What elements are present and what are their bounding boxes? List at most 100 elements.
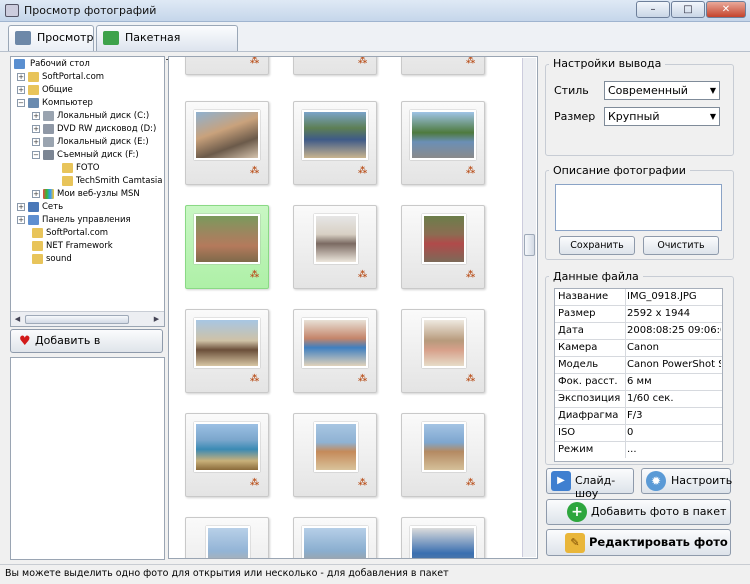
table-row: Экспозиция 1/60 сек. [555,391,722,408]
scroll-thumb[interactable] [524,234,535,256]
tab-batch[interactable]: Пакетная обработка [96,25,238,68]
tree-horizontal-scrollbar[interactable]: ◀ ▶ [11,311,164,326]
folder-tree[interactable]: Рабочий стол + SoftPortal.com + Общие − Ком… [10,56,165,327]
expand-icon[interactable]: + [17,203,25,211]
pin-icon[interactable]: ⁂ [250,270,259,280]
style-select[interactable]: Современный ▼ [604,81,720,100]
pin-icon[interactable]: ⁂ [250,374,259,384]
configure-label: Настроить [671,474,733,487]
folder-icon [62,176,73,186]
thumbnail-vertical-scrollbar[interactable] [522,58,536,557]
photo-thumbnail[interactable]: ⁂ [401,309,485,393]
thumbnail-grid[interactable]: ⁂ ⁂ ⁂ ⁂ ⁂ ⁂ ⁂ ⁂ ⁂ ⁂ ⁂ ⁂ ⁂ ⁂ ⁂ [168,56,538,559]
plus-icon: + [567,502,587,522]
table-row: Размер 2592 x 1944 [555,306,722,323]
dvd-icon [43,124,54,134]
photo-thumbnail-selected[interactable]: ⁂ [185,205,269,289]
pin-icon[interactable]: ⁂ [466,478,475,488]
expand-icon[interactable]: + [32,138,40,146]
drive-icon [43,137,54,147]
app-icon [5,4,19,17]
tab-bar: Просмотр Пакетная обработка [0,22,750,68]
clear-button[interactable]: Очистить [643,236,719,255]
pin-icon[interactable]: ⁂ [358,166,367,176]
slideshow-label: Слайд-шоу [575,474,616,500]
photo-thumbnail[interactable]: ⁂ [401,413,485,497]
photo-thumbnail[interactable]: ⁂ [185,57,269,75]
add-to-batch-button[interactable]: + Добавить фото в пакет [546,499,731,525]
minimize-button[interactable]: – [636,1,670,18]
expand-icon[interactable]: + [17,86,25,94]
photo-thumbnail[interactable]: ⁂ [293,413,377,497]
edit-photo-button[interactable]: ✎ Редактировать фото [546,529,731,556]
photo-image [206,526,250,558]
collapse-icon[interactable]: − [32,151,40,159]
style-value: Современный [608,84,688,97]
photo-thumbnail[interactable]: ⁂ [185,309,269,393]
expand-icon[interactable]: + [17,216,25,224]
expand-icon[interactable]: + [32,112,40,120]
pin-icon[interactable]: ⁂ [466,270,475,280]
save-button[interactable]: Сохранить [559,236,635,255]
photo-thumbnail[interactable] [401,517,485,558]
favorites-list[interactable] [10,357,165,560]
folder-icon [32,228,43,238]
file-data-title: Данные файла [549,270,643,283]
scroll-thumb[interactable] [25,315,129,324]
pin-icon[interactable]: ⁂ [250,166,259,176]
photo-thumbnail[interactable]: ⁂ [401,101,485,185]
pin-icon[interactable]: ⁂ [358,478,367,488]
description-textarea[interactable] [555,184,722,231]
pin-icon[interactable]: ⁂ [466,57,475,66]
photo-thumbnail[interactable]: ⁂ [293,57,377,75]
photo-thumbnail[interactable]: ⁂ [401,205,485,289]
configure-button[interactable]: ✹ Настроить [641,468,733,494]
status-bar: Вы можете выделить одно фото для открыти… [0,564,750,584]
scroll-right-icon[interactable]: ▶ [151,314,162,325]
expand-icon[interactable]: + [32,125,40,133]
pin-icon[interactable]: ⁂ [466,374,475,384]
photo-image [194,110,260,160]
pin-icon[interactable]: ⁂ [358,270,367,280]
photo-thumbnail[interactable]: ⁂ [401,57,485,75]
table-row: Фок. расст. 6 мм [555,374,722,391]
folder-icon [32,254,43,264]
pin-icon[interactable]: ⁂ [250,478,259,488]
desktop-icon [14,59,25,69]
computer-icon [28,98,39,108]
scroll-left-icon[interactable]: ◀ [12,314,23,325]
expand-icon[interactable]: + [32,190,40,198]
table-row: ISO 0 [555,425,722,442]
table-row: Диафрагма F/3 [555,408,722,425]
photo-image [314,422,358,472]
table-row: Название IMG_0918.JPG [555,289,722,306]
size-value: Крупный [608,110,660,123]
collapse-icon[interactable]: − [17,99,25,107]
pin-icon[interactable]: ⁂ [250,57,259,66]
description-title: Описание фотографии [549,164,690,177]
photo-image [302,318,368,368]
close-button[interactable]: ✕ [706,1,746,18]
photo-image [302,110,368,160]
pin-icon[interactable]: ⁂ [358,374,367,384]
photo-thumbnail[interactable]: ⁂ [185,101,269,185]
photo-thumbnail[interactable] [293,517,377,558]
slideshow-button[interactable]: ▶ Слайд-шоу [546,468,634,500]
photo-thumbnail[interactable]: ⁂ [293,205,377,289]
tab-view[interactable]: Просмотр [8,25,94,51]
pin-icon[interactable]: ⁂ [358,57,367,66]
photo-image [194,422,260,472]
size-select[interactable]: Крупный ▼ [604,107,720,126]
photo-thumbnail[interactable]: ⁂ [185,413,269,497]
expand-icon[interactable]: + [17,73,25,81]
pin-icon[interactable]: ⁂ [466,166,475,176]
maximize-button[interactable]: □ [671,1,705,18]
photo-image [314,214,358,264]
add-to-favorites-button[interactable]: ♥ Добавить в Избранное [10,329,163,369]
pencil-icon: ✎ [565,533,585,553]
photo-thumbnail[interactable]: ⁂ [293,309,377,393]
photo-thumbnail[interactable] [185,517,269,558]
photo-image [410,526,476,558]
photo-image [302,526,368,558]
photo-thumbnail[interactable]: ⁂ [293,101,377,185]
